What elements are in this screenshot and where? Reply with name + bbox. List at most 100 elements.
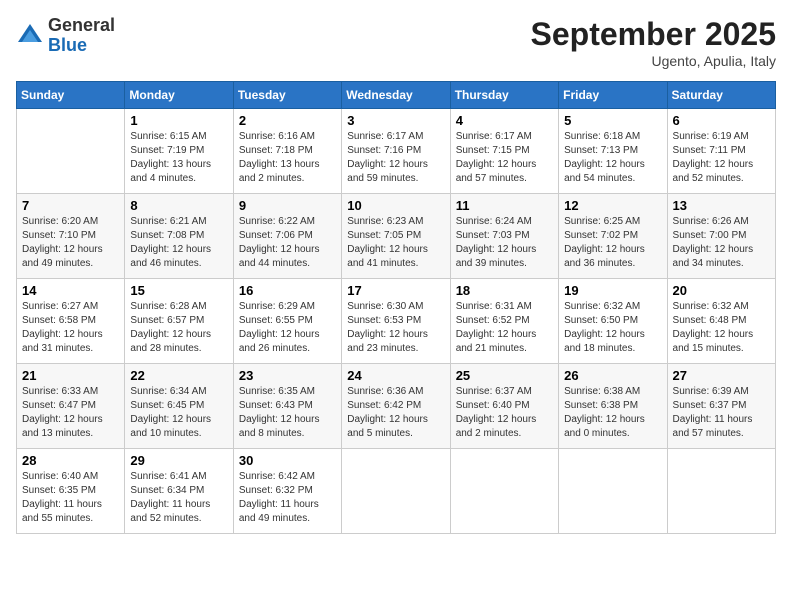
calendar-day-header: Thursday xyxy=(450,82,558,109)
day-info: Sunrise: 6:27 AMSunset: 6:58 PMDaylight:… xyxy=(22,300,119,356)
day-number: 30 xyxy=(239,453,336,468)
calendar-cell: 27 Sunrise: 6:39 AMSunset: 6:37 PMDayligh… xyxy=(667,364,775,449)
calendar-cell xyxy=(17,109,125,194)
calendar-cell: 29 Sunrise: 6:41 AMSunset: 6:34 PMDayligh… xyxy=(125,449,233,534)
day-number: 17 xyxy=(347,283,444,298)
calendar-cell: 11Sunrise: 6:24 AMSunset: 7:03 PMDayligh… xyxy=(450,194,558,279)
calendar-cell: 1 Sunrise: 6:15 AMSunset: 7:19 PMDaylight… xyxy=(125,109,233,194)
calendar-cell: 22Sunrise: 6:34 AMSunset: 6:45 PMDayligh… xyxy=(125,364,233,449)
calendar-day-header: Friday xyxy=(559,82,667,109)
day-info: Sunrise: 6:30 AMSunset: 6:53 PMDaylight:… xyxy=(347,300,444,356)
day-number: 24 xyxy=(347,368,444,383)
day-info: Sunrise: 6:40 AMSunset: 6:35 PMDaylight:… xyxy=(22,470,119,526)
day-number: 20 xyxy=(673,283,770,298)
day-info: Sunrise: 6:18 AMSunset: 7:13 PMDaylight:… xyxy=(564,130,661,186)
calendar-header-row: SundayMondayTuesdayWednesdayThursdayFrid… xyxy=(17,82,776,109)
calendar-cell: 23Sunrise: 6:35 AMSunset: 6:43 PMDayligh… xyxy=(233,364,341,449)
title-block: September 2025 Ugento, Apulia, Italy xyxy=(531,16,776,69)
day-number: 16 xyxy=(239,283,336,298)
day-info: Sunrise: 6:41 AMSunset: 6:34 PMDaylight:… xyxy=(130,470,227,526)
calendar-cell: 9Sunrise: 6:22 AMSunset: 7:06 PMDaylight… xyxy=(233,194,341,279)
day-info: Sunrise: 6:26 AMSunset: 7:00 PMDaylight:… xyxy=(673,215,770,271)
day-info: Sunrise: 6:25 AMSunset: 7:02 PMDaylight:… xyxy=(564,215,661,271)
day-number: 1 xyxy=(130,113,227,128)
calendar-cell: 18 Sunrise: 6:31 AMSunset: 6:52 PMDayligh… xyxy=(450,279,558,364)
location-text: Ugento, Apulia, Italy xyxy=(531,53,776,69)
calendar-week-row: 21Sunrise: 6:33 AMSunset: 6:47 PMDayligh… xyxy=(17,364,776,449)
day-info: Sunrise: 6:32 AMSunset: 6:50 PMDaylight:… xyxy=(564,300,661,356)
day-number: 15 xyxy=(130,283,227,298)
day-info: Sunrise: 6:17 AMSunset: 7:15 PMDaylight:… xyxy=(456,130,553,186)
calendar-cell: 10 Sunrise: 6:23 AMSunset: 7:05 PMDayligh… xyxy=(342,194,450,279)
day-info: Sunrise: 6:28 AMSunset: 6:57 PMDaylight:… xyxy=(130,300,227,356)
day-info: Sunrise: 6:21 AMSunset: 7:08 PMDaylight:… xyxy=(130,215,227,271)
calendar-cell: 2 Sunrise: 6:16 AMSunset: 7:18 PMDaylight… xyxy=(233,109,341,194)
day-info: Sunrise: 6:17 AMSunset: 7:16 PMDaylight:… xyxy=(347,130,444,186)
day-info: Sunrise: 6:32 AMSunset: 6:48 PMDaylight:… xyxy=(673,300,770,356)
calendar-week-row: 14 Sunrise: 6:27 AMSunset: 6:58 PMDayligh… xyxy=(17,279,776,364)
day-number: 3 xyxy=(347,113,444,128)
day-number: 12 xyxy=(564,198,661,213)
day-info: Sunrise: 6:24 AMSunset: 7:03 PMDaylight:… xyxy=(456,215,553,271)
day-info: Sunrise: 6:31 AMSunset: 6:52 PMDaylight:… xyxy=(456,300,553,356)
day-info: Sunrise: 6:37 AMSunset: 6:40 PMDaylight:… xyxy=(456,385,553,441)
day-info: Sunrise: 6:42 AMSunset: 6:32 PMDaylight:… xyxy=(239,470,336,526)
day-number: 14 xyxy=(22,283,119,298)
day-number: 10 xyxy=(347,198,444,213)
calendar-table: SundayMondayTuesdayWednesdayThursdayFrid… xyxy=(16,81,776,534)
day-info: Sunrise: 6:22 AMSunset: 7:06 PMDaylight:… xyxy=(239,215,336,271)
calendar-cell: 8 Sunrise: 6:21 AMSunset: 7:08 PMDaylight… xyxy=(125,194,233,279)
calendar-cell: 7 Sunrise: 6:20 AMSunset: 7:10 PMDaylight… xyxy=(17,194,125,279)
calendar-cell: 25 Sunrise: 6:37 AMSunset: 6:40 PMDayligh… xyxy=(450,364,558,449)
calendar-cell: 16 Sunrise: 6:29 AMSunset: 6:55 PMDayligh… xyxy=(233,279,341,364)
calendar-cell xyxy=(559,449,667,534)
calendar-day-header: Tuesday xyxy=(233,82,341,109)
day-number: 4 xyxy=(456,113,553,128)
page-header: General Blue September 2025 Ugento, Apul… xyxy=(16,16,776,69)
logo-general-text: General xyxy=(48,15,115,35)
calendar-cell: 28 Sunrise: 6:40 AMSunset: 6:35 PMDayligh… xyxy=(17,449,125,534)
calendar-body: 1 Sunrise: 6:15 AMSunset: 7:19 PMDaylight… xyxy=(17,109,776,534)
calendar-cell: 21Sunrise: 6:33 AMSunset: 6:47 PMDayligh… xyxy=(17,364,125,449)
calendar-day-header: Monday xyxy=(125,82,233,109)
day-info: Sunrise: 6:15 AMSunset: 7:19 PMDaylight:… xyxy=(130,130,227,186)
day-info: Sunrise: 6:23 AMSunset: 7:05 PMDaylight:… xyxy=(347,215,444,271)
day-number: 18 xyxy=(456,283,553,298)
day-number: 27 xyxy=(673,368,770,383)
day-info: Sunrise: 6:39 AMSunset: 6:37 PMDaylight:… xyxy=(673,385,770,441)
day-info: Sunrise: 6:20 AMSunset: 7:10 PMDaylight:… xyxy=(22,215,119,271)
calendar-cell: 26Sunrise: 6:38 AMSunset: 6:38 PMDayligh… xyxy=(559,364,667,449)
calendar-day-header: Wednesday xyxy=(342,82,450,109)
calendar-cell: 15 Sunrise: 6:28 AMSunset: 6:57 PMDayligh… xyxy=(125,279,233,364)
calendar-cell: 24Sunrise: 6:36 AMSunset: 6:42 PMDayligh… xyxy=(342,364,450,449)
day-number: 2 xyxy=(239,113,336,128)
day-number: 6 xyxy=(673,113,770,128)
day-number: 25 xyxy=(456,368,553,383)
calendar-cell: 19 Sunrise: 6:32 AMSunset: 6:50 PMDayligh… xyxy=(559,279,667,364)
day-info: Sunrise: 6:29 AMSunset: 6:55 PMDaylight:… xyxy=(239,300,336,356)
calendar-cell xyxy=(667,449,775,534)
logo: General Blue xyxy=(16,16,115,56)
day-number: 7 xyxy=(22,198,119,213)
calendar-cell xyxy=(450,449,558,534)
day-number: 29 xyxy=(130,453,227,468)
calendar-week-row: 7 Sunrise: 6:20 AMSunset: 7:10 PMDaylight… xyxy=(17,194,776,279)
calendar-cell xyxy=(342,449,450,534)
calendar-cell: 30 Sunrise: 6:42 AMSunset: 6:32 PMDayligh… xyxy=(233,449,341,534)
day-number: 13 xyxy=(673,198,770,213)
calendar-cell: 12 Sunrise: 6:25 AMSunset: 7:02 PMDayligh… xyxy=(559,194,667,279)
day-info: Sunrise: 6:16 AMSunset: 7:18 PMDaylight:… xyxy=(239,130,336,186)
calendar-day-header: Saturday xyxy=(667,82,775,109)
calendar-cell: 20 Sunrise: 6:32 AMSunset: 6:48 PMDayligh… xyxy=(667,279,775,364)
day-number: 28 xyxy=(22,453,119,468)
day-number: 23 xyxy=(239,368,336,383)
day-number: 19 xyxy=(564,283,661,298)
day-number: 22 xyxy=(130,368,227,383)
logo-icon xyxy=(16,22,44,50)
day-number: 21 xyxy=(22,368,119,383)
calendar-cell: 5Sunrise: 6:18 AMSunset: 7:13 PMDaylight… xyxy=(559,109,667,194)
day-number: 8 xyxy=(130,198,227,213)
month-title: September 2025 xyxy=(531,16,776,53)
calendar-cell: 13 Sunrise: 6:26 AMSunset: 7:00 PMDayligh… xyxy=(667,194,775,279)
calendar-cell: 17 Sunrise: 6:30 AMSunset: 6:53 PMDayligh… xyxy=(342,279,450,364)
